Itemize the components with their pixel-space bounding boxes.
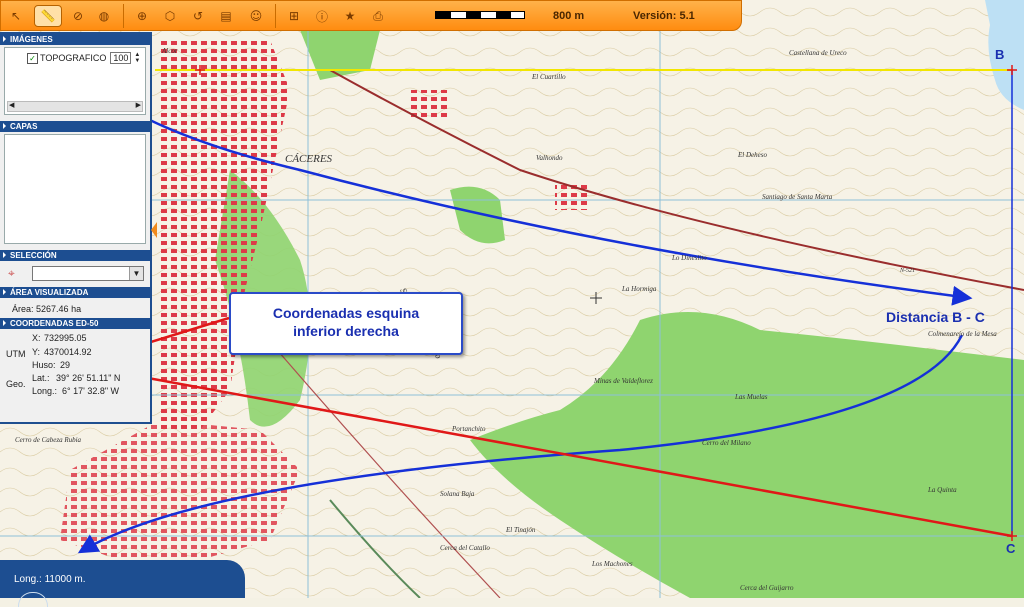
map-label: Solana Baja [440, 490, 475, 498]
map-label: Castellana de Ureco [789, 49, 847, 57]
longitud-text: Long.: 11000 m. [14, 574, 86, 585]
topographic-map[interactable]: CÁCERES El Cuartillo Valhondo El Deheso Cast… [0, 0, 1024, 598]
zoom-prev-icon[interactable]: ↺ [187, 5, 209, 27]
area-header[interactable]: ÁREA VISUALIZADA [0, 287, 150, 298]
print-map-icon[interactable]: ▤ [215, 5, 237, 27]
y-value: 4370014.92 [44, 347, 92, 357]
area-icon[interactable]: ◍ [93, 5, 115, 27]
map-label: Alcor [161, 47, 178, 55]
coords-header[interactable]: COORDENADAS ED-50 [0, 318, 150, 329]
long-value: 6° 17' 32.8" W [62, 386, 120, 396]
huso-label: Huso: [32, 360, 56, 370]
map-label: Portanchito [451, 425, 486, 433]
binoculars-icon[interactable]: ⊞ [283, 5, 305, 27]
ruler-icon[interactable]: 📏 [34, 5, 62, 27]
measure-status-bar: Long.: 11000 m. [0, 560, 245, 607]
zoom-in-icon[interactable]: ⊕ [131, 5, 153, 27]
toolbar-separator [123, 4, 124, 28]
opacity-input[interactable]: 100 [110, 52, 132, 64]
callout-line-1: Coordenadas esquina [272, 305, 420, 321]
x-label: X: [32, 333, 41, 343]
map-label: Cerca del Catallo [440, 544, 490, 552]
map-label: La Quinta [927, 486, 957, 494]
zoom-icon[interactable]: ⊘ [67, 5, 89, 27]
map-label: Santiago de Santa Marta [762, 193, 833, 201]
area-row: Área: 5267.46 ha [0, 298, 150, 318]
x-value: 732995.05 [44, 333, 87, 343]
capas-header[interactable]: CAPAS [0, 121, 150, 132]
corner-c-label: C [1006, 541, 1016, 556]
distance-label: Distancia B - C [886, 309, 985, 325]
coords-callout: Coordenadas esquina inferior derecha [229, 292, 463, 355]
layer-name: TOPOGRAFICO [40, 53, 107, 63]
map-label: El Tinajón [505, 526, 536, 534]
scale-bar [435, 11, 525, 19]
chevron-down-icon[interactable]: ▼ [129, 267, 143, 280]
coords-block: UTM X: 732995.05 Y: 4370014.92 Huso: 29 … [0, 329, 150, 401]
map-label: Los Machones [591, 560, 633, 568]
layer-checkbox[interactable]: ✓ [27, 52, 38, 64]
arrow-pointer-icon[interactable]: ↖ [5, 5, 27, 27]
toolbar-separator [275, 4, 276, 28]
printer-icon[interactable]: ⎙ [367, 5, 389, 27]
main-toolbar: ↖ 📏 ⊘ ◍ ⊕ ⬡ ↺ ▤ ☺ ⊞ ⓘ ★ ⎙ 800 m Versión:… [0, 0, 742, 31]
huso-value: 29 [60, 360, 71, 370]
map-label: Las Muelas [734, 393, 768, 401]
map-label: Valhondo [536, 154, 563, 162]
imagenes-list: ✓ TOPOGRAFICO 100 ▲ ▼ ◀ ▶ [4, 47, 146, 115]
map-label: Cerro del Milano [702, 439, 751, 447]
map-label: Minas de Valdeflorez [593, 377, 653, 385]
map-label: El Deheso [737, 151, 767, 159]
selection-tool-icon[interactable]: ⌖ [8, 266, 15, 281]
seleccion-row: ⌖ ▼ [0, 261, 150, 285]
imagenes-header[interactable]: IMÁGENES [0, 34, 150, 45]
status-dial-icon [18, 592, 48, 607]
callout-line-2: inferior derecha [293, 323, 399, 339]
zoom-extent-icon[interactable]: ⬡ [159, 5, 181, 27]
y-label: Y: [32, 347, 41, 357]
map-label: Cerro de Cabeza Rubia [15, 436, 82, 444]
map-label: El Cuartillo [531, 73, 566, 81]
scroll-right-icon[interactable]: ▶ [136, 101, 141, 109]
map-label: Colmenarejo de la Mesa [928, 330, 997, 338]
map-label: CÁCERES [285, 153, 333, 165]
info-icon[interactable]: ⓘ [311, 5, 333, 27]
horizontal-scrollbar[interactable]: ◀ ▶ [7, 101, 143, 112]
opacity-stepper-icon[interactable]: ▲ ▼ [133, 52, 141, 64]
map-label: Cerca del Guijarro [740, 584, 794, 592]
area-value: 5267.46 ha [36, 304, 82, 314]
version-label: Versión: 5.1 [633, 10, 695, 22]
scale-label: 800 m [553, 10, 585, 22]
scroll-left-icon[interactable]: ◀ [9, 101, 14, 109]
map-label: N-521 [899, 268, 915, 274]
geo-label: Geo. [6, 379, 26, 389]
corner-b-label: B [995, 47, 1005, 62]
star-icon[interactable]: ★ [339, 5, 361, 27]
lat-label: Lat.: [32, 373, 50, 383]
area-label: Área: [12, 304, 34, 314]
seleccion-header[interactable]: SELECCIÓN [0, 250, 150, 261]
side-panel: IMÁGENES ✓ TOPOGRAFICO 100 ▲ ▼ ◀ ▶ CAPAS … [0, 32, 152, 424]
user-icon[interactable]: ☺ [245, 5, 267, 27]
seleccion-dropdown[interactable]: ▼ [32, 266, 144, 281]
utm-label: UTM [6, 349, 26, 359]
lat-value: 39° 26' 51.11" N [56, 373, 121, 383]
map-label: La Hormiga [621, 285, 657, 293]
capas-list [4, 134, 146, 244]
map-label: Lo Dineslito [671, 254, 707, 262]
long-label: Long.: [32, 386, 58, 396]
